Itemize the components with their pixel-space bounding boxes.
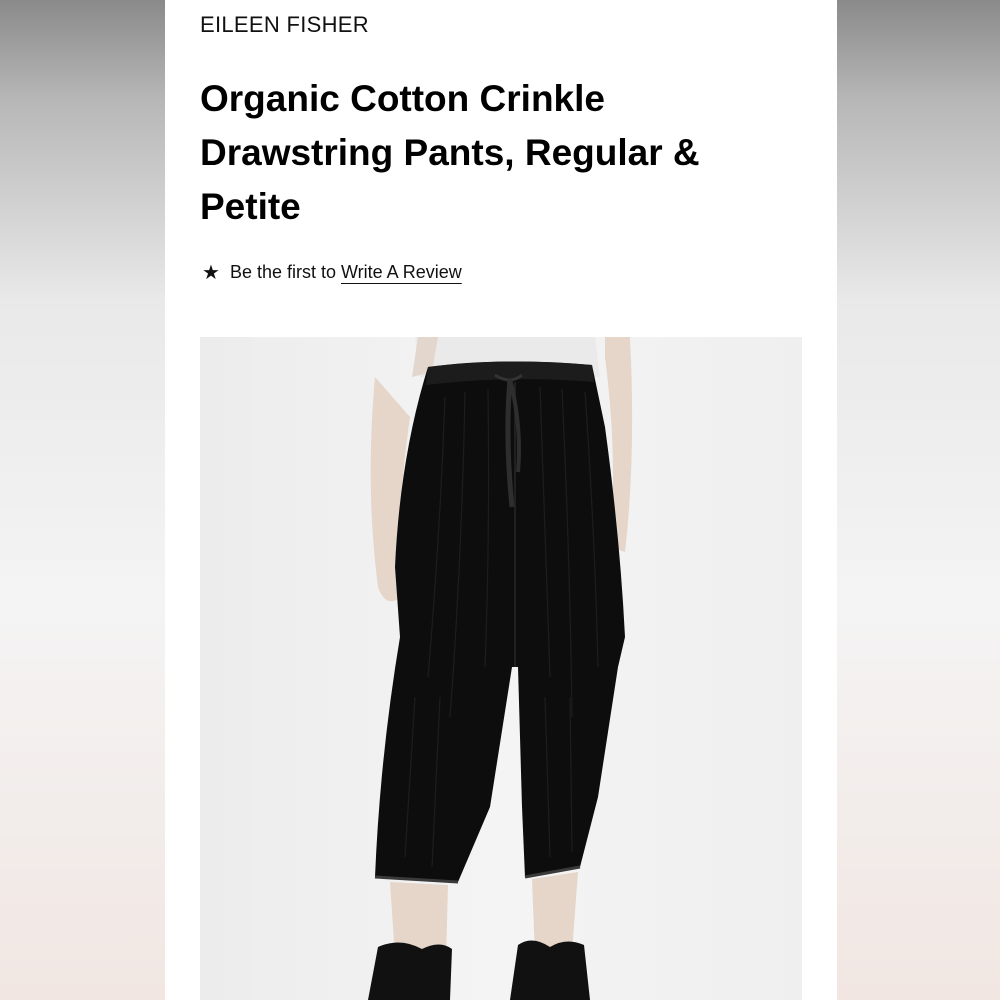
product-page: EILEEN FISHER Organic Cotton Crinkle Dra… xyxy=(165,0,837,1000)
product-title: Organic Cotton Crinkle Drawstring Pants,… xyxy=(200,78,700,227)
star-icon: ★ xyxy=(202,261,220,284)
pants-shape xyxy=(375,361,625,882)
review-prefix: Be the first to xyxy=(229,262,336,282)
product-image[interactable] xyxy=(200,337,802,1000)
pants-illustration xyxy=(368,337,633,1000)
brand-name[interactable]: EILEEN FISHER xyxy=(200,12,369,38)
review-prompt: ★ Be the first to Write A Review xyxy=(202,262,462,283)
left-backdrop xyxy=(0,0,165,1000)
left-shoe xyxy=(368,942,452,1000)
write-review-link[interactable]: Write A Review xyxy=(341,262,462,283)
right-shoe xyxy=(510,940,590,1000)
right-backdrop xyxy=(837,0,1000,1000)
